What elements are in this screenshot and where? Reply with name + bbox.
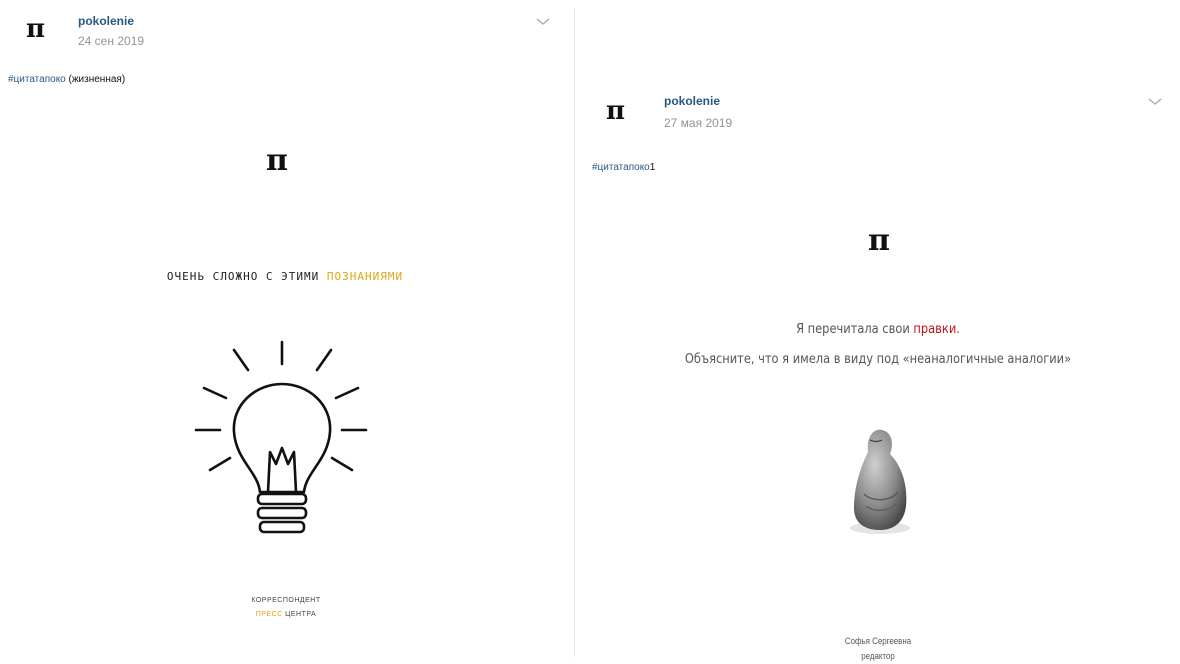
- brand-logo: π: [868, 223, 890, 258]
- post-card-1: π pokolenie 24 сен 2019 #цитатапоко (жиз…: [0, 0, 572, 657]
- quote-line-2: Объясните, что я имела в виду под «неана…: [684, 352, 1072, 367]
- post-card-2: π pokolenie 27 мая 2019 #цитатапоко1 π Я…: [576, 58, 1180, 662]
- image-footer: КОРРЕСПОНДЕНТ ПРЕСС ЦЕНТРА: [0, 594, 572, 622]
- quote-accent: правки: [913, 322, 957, 337]
- footer-rest: ЦЕНТРА: [282, 611, 317, 618]
- caption-text: (жизненная): [65, 74, 126, 85]
- hashtag-link[interactable]: #цитатапоко: [8, 74, 66, 85]
- quote-text: Я перечитала свои: [796, 322, 914, 337]
- brand-logo: π: [266, 143, 288, 178]
- author-name-link[interactable]: pokolenie: [78, 14, 134, 28]
- post-date[interactable]: 24 сен 2019: [78, 34, 144, 48]
- post-image[interactable]: π Я перечитала свои правки. Объясните, ч…: [576, 188, 1180, 662]
- author-name-link[interactable]: pokolenie: [664, 94, 720, 108]
- chevron-down-icon[interactable]: [532, 16, 554, 28]
- post-date[interactable]: 27 мая 2019: [664, 116, 732, 130]
- headline-accent: ПОЗНАНИЯМИ: [326, 270, 404, 283]
- chevron-down-icon[interactable]: [1144, 96, 1166, 108]
- headline-text: ОЧЕНЬ СЛОЖНО С ЭТИМИ: [166, 270, 327, 283]
- quote-end: .: [956, 322, 960, 337]
- column-divider: [574, 8, 575, 657]
- footer-line-2: ПРЕСС ЦЕНТРА: [0, 608, 572, 622]
- author-avatar[interactable]: π: [606, 98, 625, 124]
- hashtag-link[interactable]: #цитатапоко: [592, 162, 650, 173]
- footer-accent: ПРЕСС: [255, 611, 283, 618]
- quote-line-1: Я перечитала свои правки.: [612, 322, 1144, 337]
- caption-text: 1: [649, 162, 656, 173]
- signature-name: Софья Сергеевна: [844, 636, 912, 646]
- signature: Софья Сергеевна редактор: [612, 634, 1144, 664]
- post-caption: #цитатапоко1: [592, 162, 655, 173]
- post-caption: #цитатапоко (жизненная): [8, 74, 125, 85]
- figurine-image: [850, 429, 910, 534]
- image-headline: ОЧЕНЬ СЛОЖНО С ЭТИМИ ПОЗНАНИЯМИ: [0, 270, 571, 283]
- author-avatar[interactable]: π: [26, 16, 45, 42]
- lightbulb-icon: [194, 340, 368, 534]
- post-image[interactable]: π ОЧЕНЬ СЛОЖНО С ЭТИМИ ПОЗНАНИЯМИ КОРРЕС…: [0, 100, 572, 657]
- footer-line-1: КОРРЕСПОНДЕНТ: [251, 597, 321, 604]
